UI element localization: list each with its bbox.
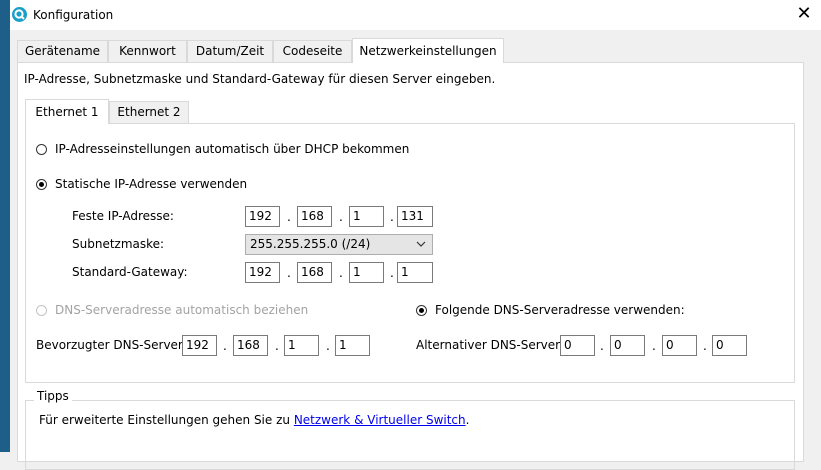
gateway-octet-4[interactable]: 1 [397,262,433,283]
close-button[interactable]: ✕ [787,0,821,30]
alternate-dns-octet-1[interactable]: 0 [560,335,595,356]
preferred-dns-octet-1[interactable]: 192 [182,335,217,356]
subnet-label: Subnetzmaske: [72,237,165,251]
preferred-dns-octet-4[interactable]: 1 [335,335,370,356]
subtab-ethernet-1[interactable]: Ethernet 1 [25,99,109,124]
subtab-ethernet-2[interactable]: Ethernet 2 [109,101,189,123]
ip-separator: . [287,210,291,224]
title-bar: Konfiguration ✕ [10,0,821,30]
background-window-strip [0,0,10,452]
ip-separator: . [275,339,279,353]
alternate-dns-octet-2[interactable]: 0 [610,335,645,356]
fixed-ip-octet-1[interactable]: 192 [245,206,280,227]
tips-group [25,400,795,470]
dhcp-radio[interactable] [36,144,47,155]
tab-datum-zeit[interactable]: Datum/Zeit [187,40,273,62]
ip-separator: . [339,266,343,280]
ip-separator: . [326,339,330,353]
tips-title: Tipps [34,389,72,403]
fixed-ip-octet-4[interactable]: 131 [397,206,433,227]
dns-auto-label[interactable]: DNS-Serveradresse automatisch beziehen [55,303,308,317]
gateway-octet-2[interactable]: 168 [297,262,332,283]
dns-manual-radio[interactable] [416,305,427,316]
tips-text: Für erweiterte Einstellungen gehen Sie z… [39,413,469,427]
ip-separator: . [287,266,291,280]
window-title: Konfiguration [33,8,114,22]
gateway-label: Standard-Gateway: [72,265,188,279]
alternate-dns-label: Alternativer DNS-Server [416,338,561,352]
app-logo-icon [12,7,27,22]
tab-kennwort[interactable]: Kennwort [108,40,187,62]
fixed-ip-label: Feste IP-Adresse: [72,209,174,223]
ip-separator: . [652,339,656,353]
ip-separator: . [390,210,394,224]
dns-manual-label[interactable]: Folgende DNS-Serveradresse verwenden: [435,303,685,317]
ip-separator: . [223,339,227,353]
tab-geraetename[interactable]: Gerätename [17,40,108,62]
tab-codeseite[interactable]: Codeseite [273,40,352,62]
ip-separator: . [390,266,394,280]
static-ip-radio[interactable] [36,179,47,190]
tips-text-before: Für erweiterte Einstellungen gehen Sie z… [39,413,294,427]
ip-separator: . [703,339,707,353]
chevron-down-icon [416,241,426,247]
dhcp-label[interactable]: IP-Adresseinstellungen automatisch über … [55,142,409,156]
preferred-dns-octet-2[interactable]: 168 [233,335,268,356]
static-ip-label[interactable]: Statische IP-Adresse verwenden [55,177,247,191]
fixed-ip-octet-2[interactable]: 168 [297,206,332,227]
preferred-dns-label: Bevorzugter DNS-Server [36,338,183,352]
network-switch-link[interactable]: Netzwerk & Virtueller Switch [294,413,466,427]
ip-separator: . [339,210,343,224]
dns-auto-radio[interactable] [36,305,47,316]
alternate-dns-octet-3[interactable]: 0 [662,335,697,356]
tips-text-after: . [465,413,470,427]
gateway-octet-3[interactable]: 1 [349,262,384,283]
alternate-dns-octet-4[interactable]: 0 [712,335,747,356]
description-text: IP-Adresse, Subnetzmaske und Standard-Ga… [24,72,496,86]
preferred-dns-octet-3[interactable]: 1 [284,335,319,356]
ip-separator: . [600,339,604,353]
gateway-octet-1[interactable]: 192 [245,262,280,283]
close-icon: ✕ [796,3,812,24]
tab-netzwerkeinstellungen[interactable]: Netzwerkeinstellungen [352,38,504,63]
fixed-ip-octet-3[interactable]: 1 [349,206,384,227]
subnet-select[interactable]: 255.255.255.0 (/24) [245,234,433,255]
subnet-value: 255.255.255.0 (/24) [250,237,371,251]
